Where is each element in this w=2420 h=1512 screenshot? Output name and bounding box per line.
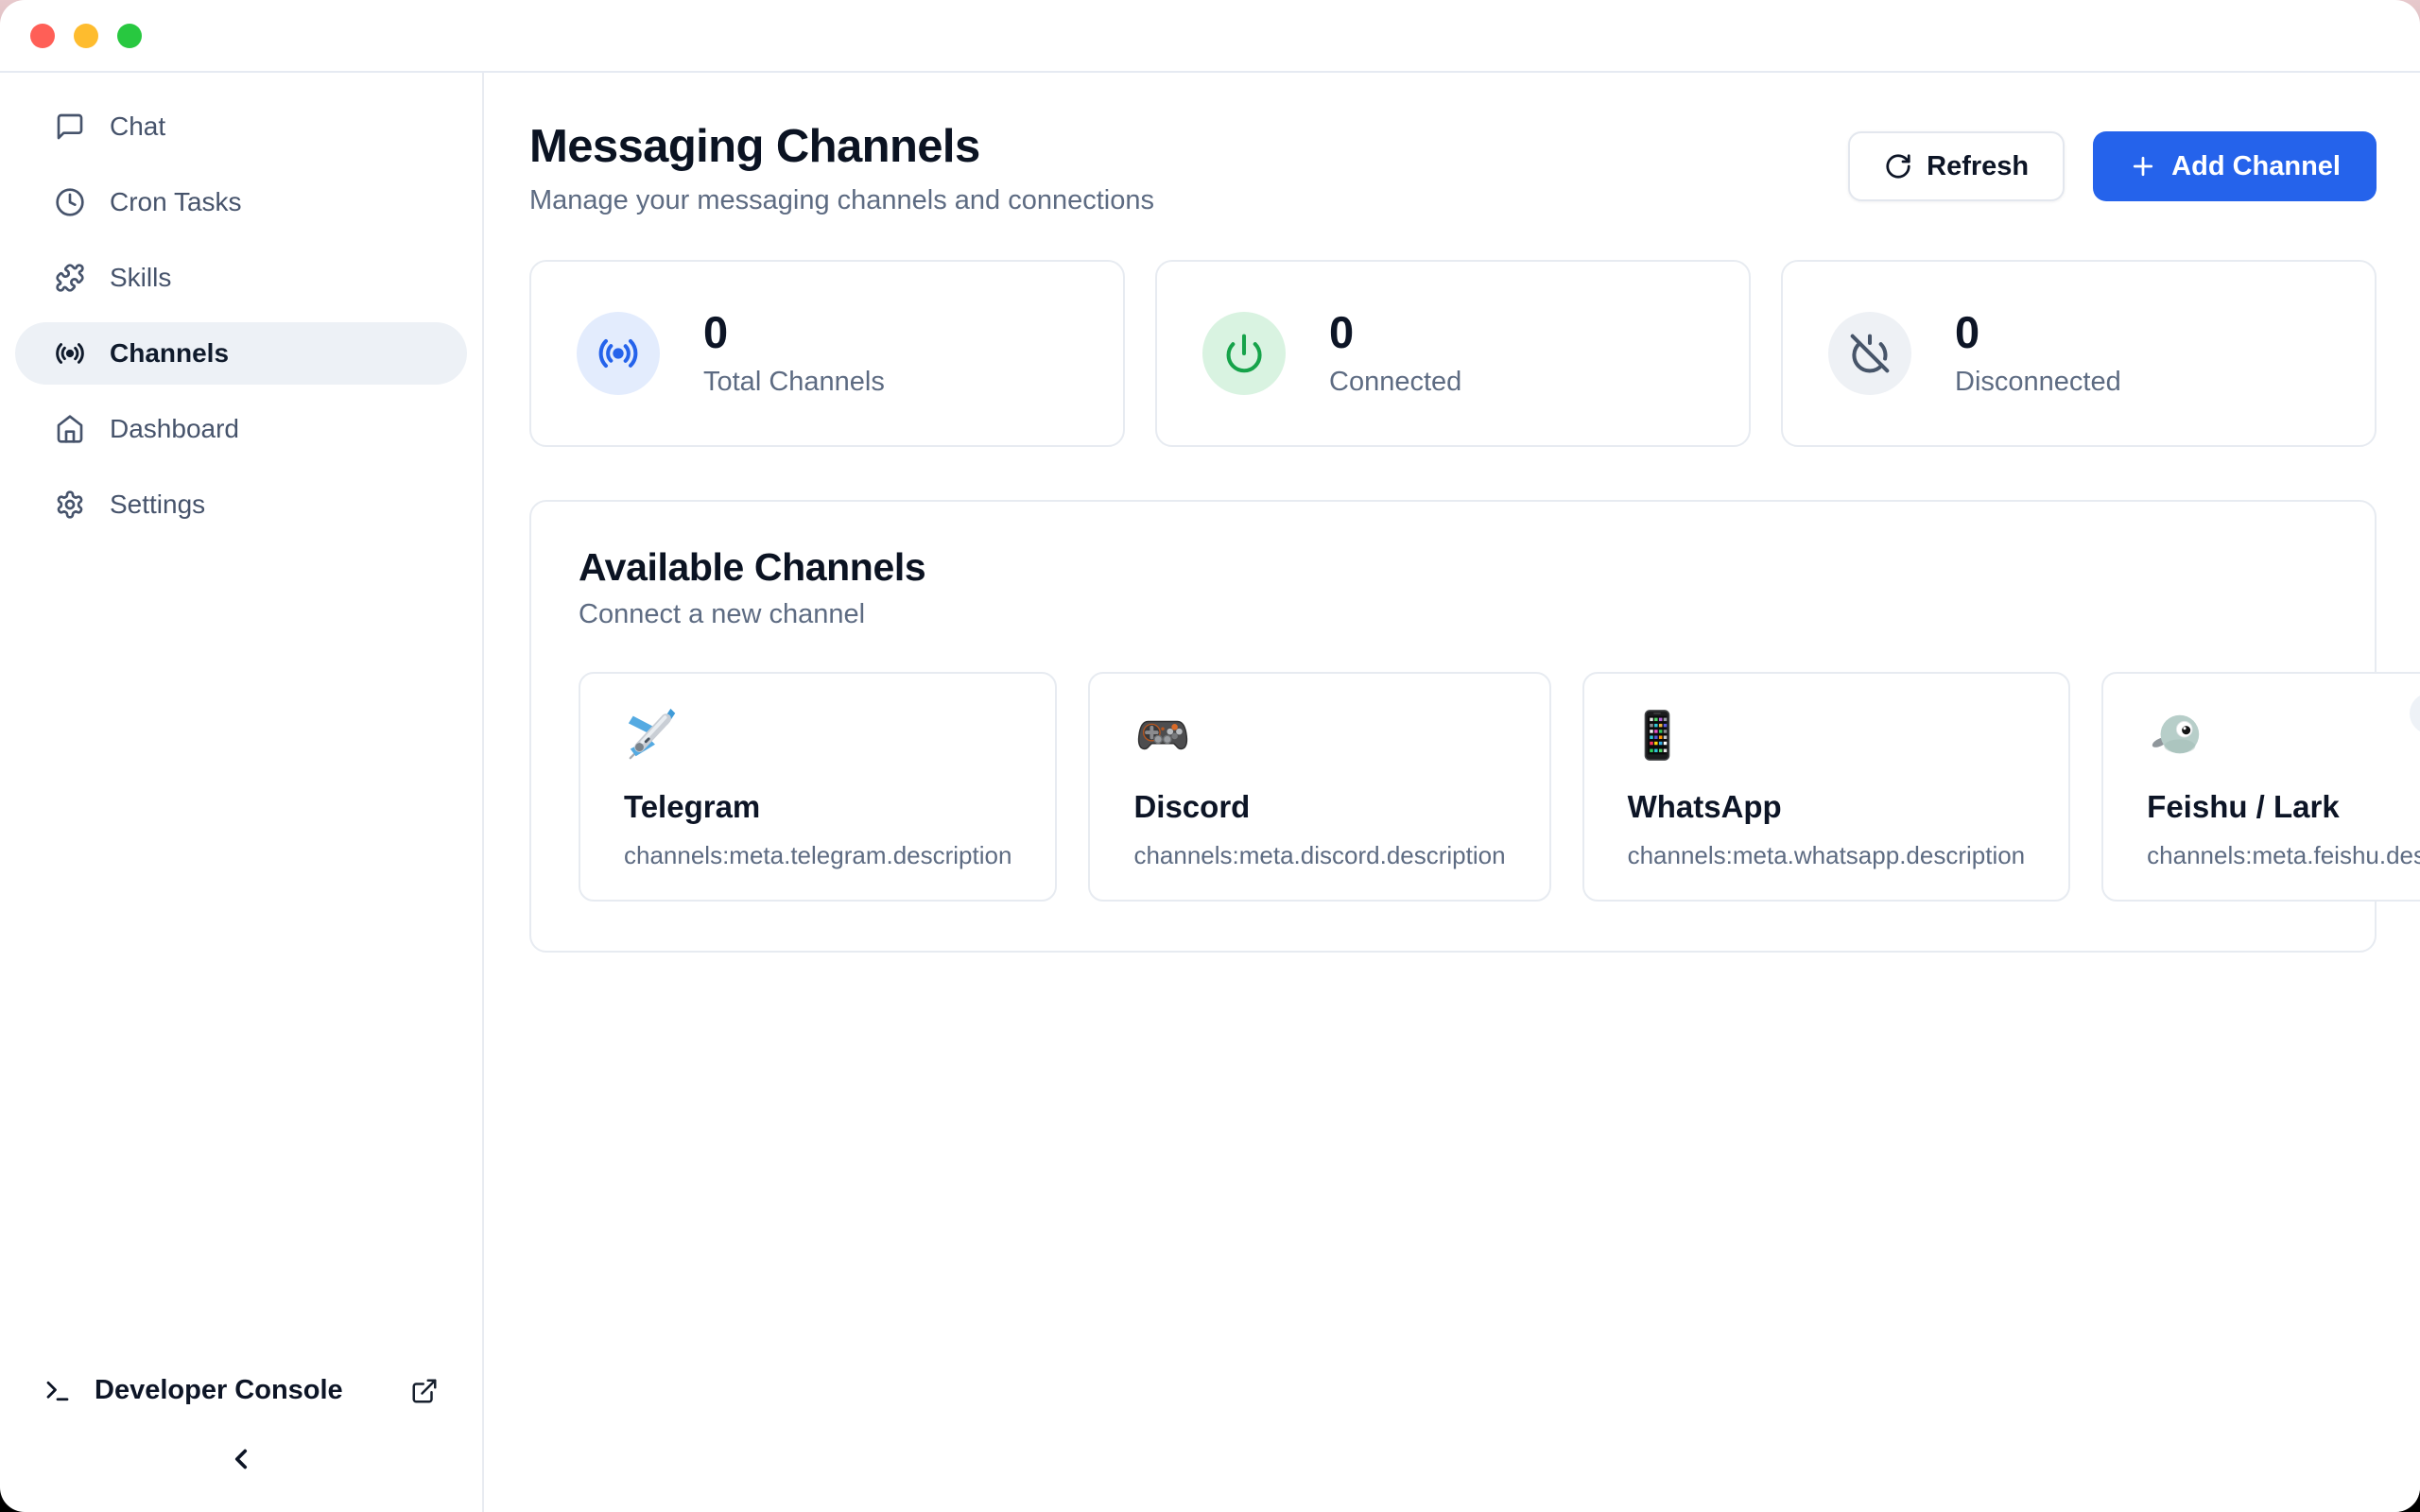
sidebar-item-skills[interactable]: Skills: [15, 247, 467, 309]
stat-card-connected: 0 Connected: [1155, 260, 1751, 447]
radio-icon: [55, 338, 85, 369]
channel-card-whatsapp[interactable]: WhatsApp channels:meta.whatsapp.descript…: [1582, 672, 2071, 902]
add-channel-button[interactable]: Add Channel: [2093, 131, 2377, 201]
clock-icon: [55, 187, 85, 217]
channel-name: Feishu / Lark: [2147, 789, 2420, 825]
close-button[interactable]: [30, 24, 55, 48]
sidebar-item-channels[interactable]: Channels: [15, 322, 467, 385]
sidebar-item-label: Settings: [110, 490, 205, 520]
puzzle-icon: [55, 263, 85, 293]
sidebar-item-label: Channels: [110, 338, 229, 369]
stat-icon-wrap-0: [577, 312, 660, 395]
panel-subtitle: Connect a new channel: [579, 599, 2327, 630]
zoom-button[interactable]: [117, 24, 142, 48]
channel-description: channels:meta.whatsapp.description: [1628, 841, 2026, 870]
sidebar-item-label: Dashboard: [110, 414, 239, 444]
terminal-icon: [43, 1377, 72, 1405]
stat-icon-wrap-2: [1828, 312, 1911, 395]
stat-icon-wrap-1: [1202, 312, 1286, 395]
available-channels-panel: Available Channels Connect a new channel: [529, 500, 2377, 953]
channel-description: channels:meta.telegram.description: [624, 841, 1011, 870]
minimize-button[interactable]: [74, 24, 98, 48]
airplane-emoji: [624, 706, 1011, 765]
sidebar-item-label: Chat: [110, 112, 165, 142]
home-icon: [55, 414, 85, 444]
stat-value: 0: [703, 310, 885, 354]
refresh-button[interactable]: Refresh: [1848, 131, 2065, 201]
refresh-label: Refresh: [1927, 151, 2029, 182]
chevron-left-icon: [225, 1443, 257, 1475]
bird-emoji: [2147, 706, 2420, 765]
main-content: Messaging Channels Manage your messaging…: [484, 73, 2420, 1512]
sidebar-item-label: Cron Tasks: [110, 187, 242, 217]
channel-card-feishu[interactable]: Plugin Feishu / Lark: [2101, 672, 2420, 902]
power-icon: [1223, 333, 1265, 374]
channel-description: channels:meta.feishu.description: [2147, 841, 2420, 870]
stat-value: 0: [1955, 310, 2121, 354]
add-channel-label: Add Channel: [2171, 151, 2341, 182]
stat-label: Total Channels: [703, 367, 885, 398]
sidebar-item-chat[interactable]: Chat: [15, 95, 467, 158]
developer-console-label: Developer Console: [95, 1375, 343, 1406]
stat-card-total-channels: 0 Total Channels: [529, 260, 1125, 447]
channel-name: Telegram: [624, 789, 1011, 825]
panel-title: Available Channels: [579, 545, 2327, 590]
sidebar-item-settings[interactable]: Settings: [15, 473, 467, 536]
channel-card-discord[interactable]: Discord channels:meta.discord.descriptio…: [1088, 672, 1550, 902]
sidebar: Chat Cron Tasks Skills Channels: [0, 73, 484, 1512]
external-link-icon[interactable]: [410, 1377, 439, 1405]
game-controller-emoji: [1133, 706, 1505, 765]
channel-name: WhatsApp: [1628, 789, 2026, 825]
page-title: Messaging Channels: [529, 120, 1154, 173]
channel-description: channels:meta.discord.description: [1133, 841, 1505, 870]
chat-icon: [55, 112, 85, 142]
stat-label: Connected: [1329, 367, 1461, 398]
radio-icon: [597, 333, 639, 374]
power-off-icon: [1849, 333, 1891, 374]
mobile-phone-emoji: [1628, 706, 2026, 765]
gear-icon: [55, 490, 85, 520]
app-window: Chat Cron Tasks Skills Channels: [0, 0, 2420, 1512]
sidebar-collapse-button[interactable]: [216, 1435, 266, 1484]
developer-console-link[interactable]: Developer Console: [0, 1375, 482, 1406]
sidebar-item-label: Skills: [110, 263, 171, 293]
sidebar-item-cron-tasks[interactable]: Cron Tasks: [15, 171, 467, 233]
plus-icon: [2129, 152, 2157, 180]
refresh-icon: [1884, 152, 1912, 180]
channel-card-telegram[interactable]: Telegram channels:meta.telegram.descript…: [579, 672, 1057, 902]
stat-card-disconnected: 0 Disconnected: [1781, 260, 2377, 447]
sidebar-item-dashboard[interactable]: Dashboard: [15, 398, 467, 460]
titlebar: [0, 0, 2420, 73]
stat-value: 0: [1329, 310, 1461, 354]
stat-label: Disconnected: [1955, 367, 2121, 398]
channel-name: Discord: [1133, 789, 1505, 825]
page-subtitle: Manage your messaging channels and conne…: [529, 185, 1154, 216]
